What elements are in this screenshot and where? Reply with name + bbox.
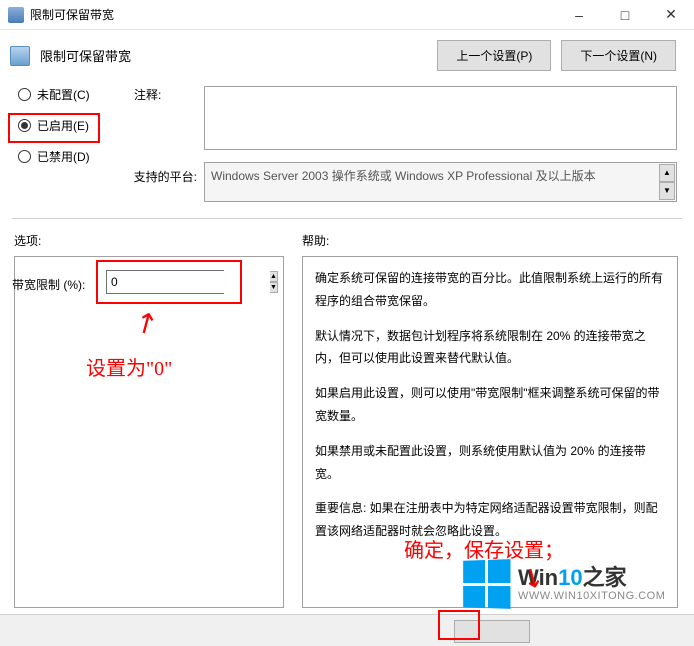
close-button[interactable]: ✕ [648,0,694,30]
help-paragraph: 如果启用此设置，则可以使用"带宽限制"框来调整系统可保留的带宽数量。 [315,382,665,428]
supported-platform-box: Windows Server 2003 操作系统或 Windows XP Pro… [204,162,677,202]
supported-label: 支持的平台: [132,168,197,185]
supported-platform-text: Windows Server 2003 操作系统或 Windows XP Pro… [211,167,596,184]
previous-setting-button[interactable]: 上一个设置(P) [437,40,551,71]
maximize-button[interactable]: □ [602,0,648,30]
options-panel [14,256,284,608]
next-setting-button[interactable]: 下一个设置(N) [561,40,676,71]
help-panel: 确定系统可保留的连接带宽的百分比。此值限制系统上运行的所有程序的组合带宽保留。 … [302,256,678,608]
help-paragraph: 确定系统可保留的连接带宽的百分比。此值限制系统上运行的所有程序的组合带宽保留。 [315,267,665,313]
supported-spin: ▲ ▼ [659,164,675,200]
options-section-label: 选项: [14,232,41,249]
comment-textarea[interactable] [204,86,677,150]
spin-down-button[interactable]: ▼ [659,182,675,200]
radio-enabled[interactable]: 已启用(E) [18,117,90,134]
page-title: 限制可保留带宽 [40,46,427,65]
help-paragraph: 如果禁用或未配置此设置，则系统使用默认值为 20% 的连接带宽。 [315,440,665,486]
bandwidth-limit-label: 带宽限制 (%): [12,276,85,293]
policy-icon [10,46,30,66]
header-row: 限制可保留带宽 上一个设置(P) 下一个设置(N) [0,30,694,85]
radio-label: 未配置(C) [37,86,90,103]
minimize-button[interactable]: – [556,0,602,30]
titlebar: 限制可保留带宽 – □ ✕ [0,0,694,30]
app-icon [8,7,24,23]
radio-label: 已禁用(D) [37,148,90,165]
help-section-label: 帮助: [302,232,329,249]
window-title: 限制可保留带宽 [30,6,556,23]
dialog-button-bar [0,614,694,646]
radio-label: 已启用(E) [37,117,89,134]
spin-down-button[interactable]: ▼ [270,282,278,293]
radio-icon [18,150,31,163]
bandwidth-limit-input[interactable] [107,271,270,293]
spin-up-button[interactable]: ▲ [270,271,278,282]
spin-up-button[interactable]: ▲ [659,164,675,182]
ok-button[interactable] [454,620,530,643]
comment-label: 注释: [134,86,161,103]
help-paragraph: 重要信息: 如果在注册表中为特定网络适配器设置带宽限制，则配置该网络适配器时就会… [315,497,665,543]
help-paragraph: 默认情况下，数据包计划程序将系统限制在 20% 的连接带宽之内，但可以使用此设置… [315,325,665,371]
radio-icon [18,119,31,132]
divider [12,218,682,219]
config-state-group: 未配置(C) 已启用(E) 已禁用(D) [18,86,90,165]
bandwidth-limit-stepper[interactable]: ▲ ▼ [106,270,224,294]
radio-disabled[interactable]: 已禁用(D) [18,148,90,165]
radio-not-configured[interactable]: 未配置(C) [18,86,90,103]
radio-icon [18,88,31,101]
